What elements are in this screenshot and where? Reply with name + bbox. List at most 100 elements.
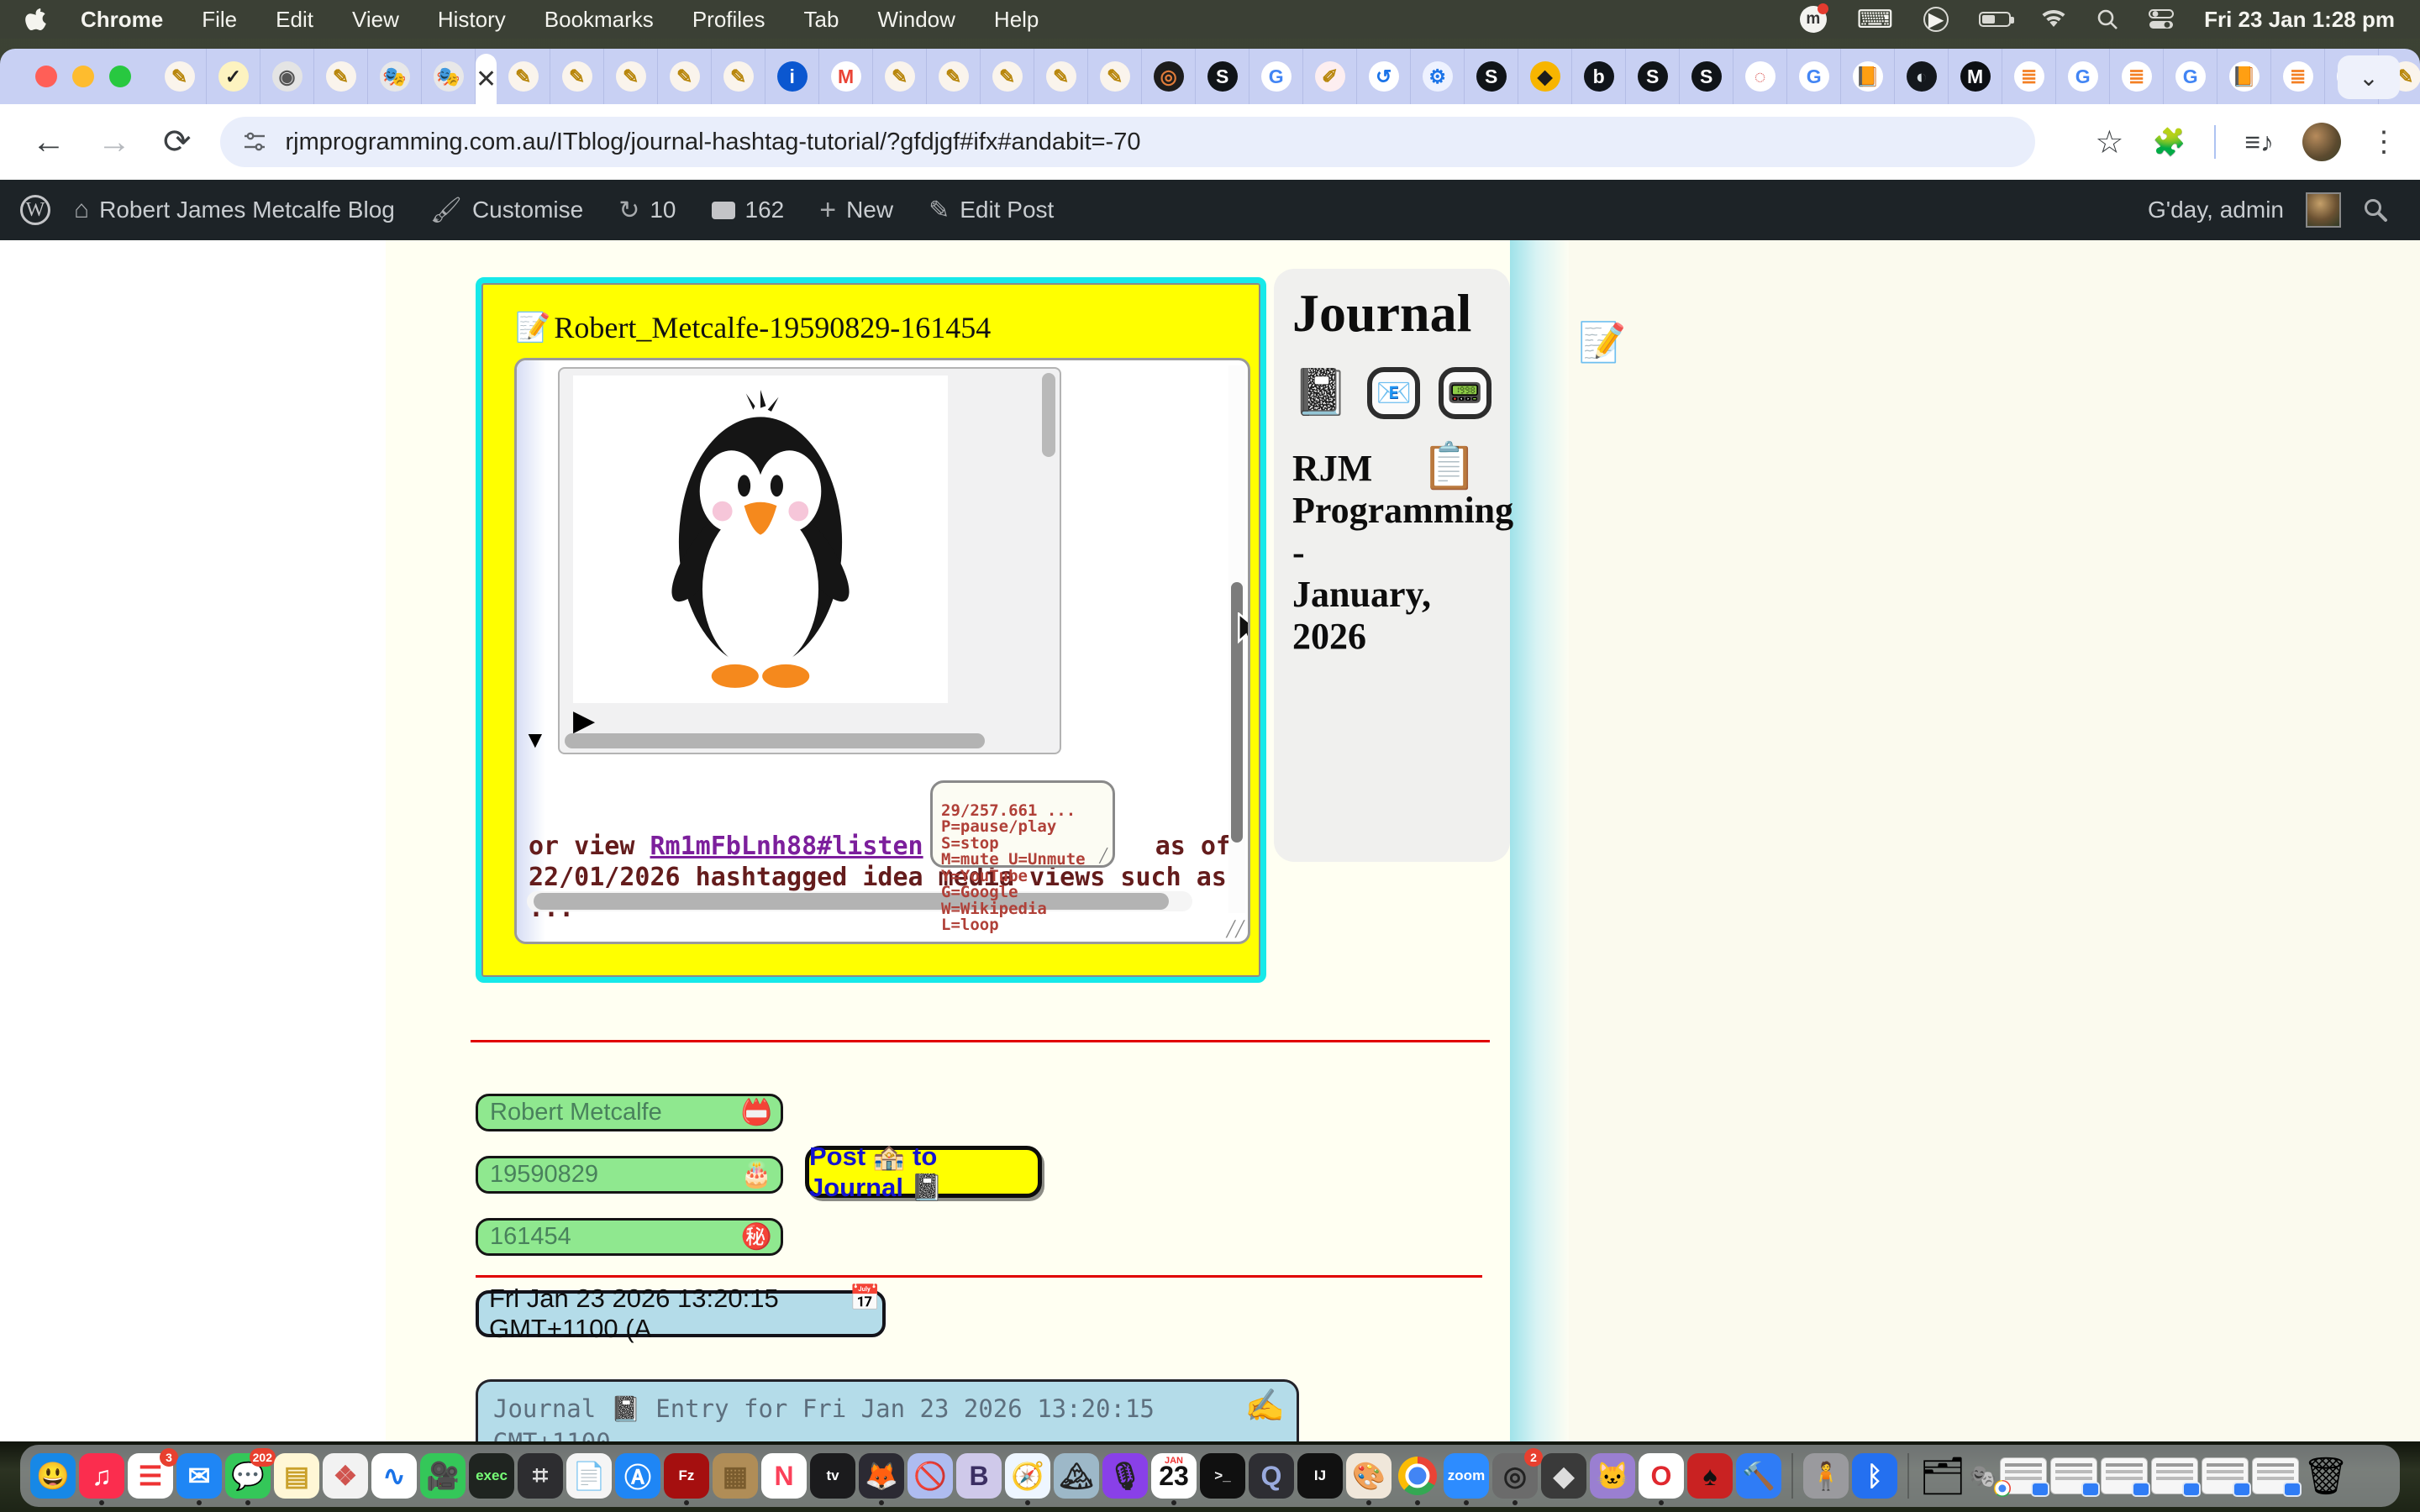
browser-tab[interactable]: ✎ <box>604 49 658 104</box>
minimized-window-thumbnail[interactable] <box>2151 1457 2198 1494</box>
apple-icon[interactable] <box>25 7 47 32</box>
menu-profiles[interactable]: Profiles <box>692 7 765 33</box>
dock-reminders-icon[interactable]: ☰3 <box>128 1453 173 1499</box>
browser-tab[interactable]: 🎭 <box>368 49 422 104</box>
minimized-window-thumbnail[interactable] <box>2101 1457 2148 1494</box>
dock-mail-icon[interactable]: ✉ <box>176 1453 222 1499</box>
minimized-window-thumbnail[interactable] <box>2202 1457 2249 1494</box>
menu-tab[interactable]: Tab <box>804 7 839 33</box>
browser-tab[interactable]: ✎ <box>981 49 1034 104</box>
browser-tab[interactable]: 📙 <box>1841 49 1895 104</box>
site-settings-icon[interactable] <box>242 129 267 155</box>
wordpress-logo-icon[interactable]: W <box>20 195 50 225</box>
spotlight-search-icon[interactable] <box>2096 8 2118 30</box>
dock-downloads-folder-icon[interactable]: 🗂 <box>1919 1454 1966 1498</box>
menu-help[interactable]: Help <box>994 7 1039 33</box>
browser-tab[interactable]: ≣ <box>2271 49 2325 104</box>
browser-tab[interactable]: S <box>1465 49 1518 104</box>
browser-tab[interactable]: i <box>765 49 819 104</box>
notebook-icon[interactable]: 📓 <box>1292 366 1349 419</box>
browser-tab[interactable]: 🎭 <box>422 49 476 104</box>
dock-quicktime-icon[interactable]: Q <box>1249 1453 1294 1499</box>
close-tab-icon[interactable]: ✕ <box>476 65 497 94</box>
play-button[interactable]: ▶ <box>573 706 595 735</box>
browser-tab[interactable]: ✎ <box>927 49 981 104</box>
dock-safari-icon[interactable]: 🧭 <box>1005 1453 1050 1499</box>
browser-tab[interactable]: ✓ <box>207 49 260 104</box>
keyboard-icon[interactable]: ⌨ <box>1857 5 1893 34</box>
dock-cat-icon[interactable]: 🐱 <box>1590 1453 1635 1499</box>
dock-finder-icon[interactable]: 😃 <box>30 1453 76 1499</box>
admin-bar-customise[interactable]: 🖌 Customise <box>418 180 595 240</box>
profile-avatar[interactable] <box>2302 123 2341 161</box>
dock-accessibility-icon[interactable]: 🧍 <box>1803 1453 1849 1499</box>
dock-calculator-icon[interactable]: ⌗ <box>518 1453 563 1499</box>
menu-window[interactable]: Window <box>877 7 955 33</box>
tooltip-resize-handle[interactable]: ╱ <box>1099 848 1107 864</box>
maximize-window-button[interactable] <box>109 66 131 87</box>
birthdate-field[interactable]: 19590829 🎂 <box>476 1156 783 1194</box>
close-window-button[interactable] <box>35 66 57 87</box>
dock-photos-icon[interactable]: 🏔 <box>1054 1453 1099 1499</box>
browser-tab[interactable]: S <box>1626 49 1680 104</box>
dock-chrome-icon[interactable] <box>1395 1453 1440 1499</box>
browser-tab[interactable]: G <box>1249 49 1303 104</box>
browser-tab[interactable]: G <box>2056 49 2110 104</box>
browser-tab[interactable]: S <box>1196 49 1249 104</box>
dock-facetime-icon[interactable]: 🎥 <box>420 1453 466 1499</box>
browser-tab[interactable]: ◌ <box>1733 49 1787 104</box>
browser-tab[interactable]: ✎ <box>658 49 712 104</box>
dock-blocked-icon[interactable]: 🚫 <box>908 1453 953 1499</box>
browser-tab[interactable]: G <box>1787 49 1841 104</box>
iframe-horizontal-scrollbar[interactable] <box>527 891 1192 911</box>
sidebar-pager-button[interactable]: 📟 <box>1439 367 1491 419</box>
browser-tab[interactable]: ◐ <box>1895 49 1949 104</box>
browser-tab[interactable]: ✎ <box>1088 49 1142 104</box>
dock-appletv-icon[interactable]: tv <box>810 1453 855 1499</box>
menu-bookmarks[interactable]: Bookmarks <box>544 7 654 33</box>
dock-opera-icon[interactable]: O <box>1639 1453 1684 1499</box>
browser-tab[interactable]: ◆ <box>1518 49 1572 104</box>
menu-view[interactable]: View <box>352 7 399 33</box>
browser-tab[interactable]: b <box>1572 49 1626 104</box>
dock-exec-icon[interactable]: exec <box>469 1453 514 1499</box>
address-bar[interactable]: rjmprogramming.com.au/ITblog/journal-has… <box>220 117 2035 167</box>
browser-tab[interactable]: ◉ <box>260 49 314 104</box>
iframe-resize-handle[interactable]: ╱╱ <box>1226 921 1244 938</box>
browser-tab[interactable]: ✎ <box>550 49 604 104</box>
extensions-icon[interactable]: 🧩 <box>2152 126 2186 158</box>
player-vertical-scroll-thumb[interactable] <box>1042 373 1055 457</box>
browser-tab[interactable]: M <box>819 49 873 104</box>
dock-inkscape-icon[interactable]: ◆ <box>1541 1453 1586 1499</box>
browser-tab[interactable]: ✐ <box>1303 49 1357 104</box>
dock-document-icon[interactable]: 📄 <box>566 1453 612 1499</box>
post-to-journal-button[interactable]: Post 🏤 to Journal 📓 <box>805 1146 1042 1198</box>
browser-tab[interactable]: ◎ <box>1142 49 1196 104</box>
browser-tab[interactable]: ✎ <box>712 49 765 104</box>
dock-bbedit-icon[interactable]: B <box>956 1453 1002 1499</box>
dock-trash-icon[interactable]: 🗑 <box>2302 1454 2349 1498</box>
admin-bar-edit-post[interactable]: ✎ Edit Post <box>917 180 1065 240</box>
admin-bar-updates[interactable]: ↻ 10 <box>607 180 687 240</box>
sidebar-month-link[interactable]: RJM📋 Programming - January, 2026 <box>1292 448 1491 658</box>
dock-archive-icon[interactable]: ▦ <box>713 1453 758 1499</box>
dock-messages-icon[interactable]: 💬202 <box>225 1453 271 1499</box>
browser-tab[interactable]: ↺ <box>1357 49 1411 104</box>
dock-appstore-icon[interactable]: Ⓐ <box>615 1453 660 1499</box>
tab-search-chevron[interactable]: ⌄ <box>2338 55 2400 99</box>
admin-bar-comments[interactable]: 162 <box>700 180 797 240</box>
dock-launchpad-icon[interactable]: ❖ <box>323 1453 368 1499</box>
reload-button[interactable]: ⟳ <box>163 123 192 161</box>
media-controls-icon[interactable]: ≡♪ <box>2244 127 2274 158</box>
dock-intellij-icon[interactable]: IJ <box>1297 1453 1343 1499</box>
minimized-window-thumbnail[interactable] <box>2050 1457 2097 1494</box>
listen-link[interactable]: Rm1mFbLnh88#listen <box>650 831 923 862</box>
browser-tab[interactable]: ✎ <box>314 49 368 104</box>
admin-bar-new[interactable]: + New <box>808 180 905 240</box>
admin-search-icon[interactable] <box>2363 197 2388 223</box>
admin-greeting[interactable]: G'day, admin <box>2148 197 2284 223</box>
time-field[interactable]: 161454 ㊙️ <box>476 1218 783 1256</box>
forward-button[interactable]: → <box>97 123 131 161</box>
date-field[interactable]: Fri Jan 23 2026 13:20:15 GMT+1100 (A 📅 <box>476 1290 886 1337</box>
journal-entry-textarea[interactable]: Journal 📓 Entry for Fri Jan 23 2026 13:2… <box>476 1379 1299 1441</box>
